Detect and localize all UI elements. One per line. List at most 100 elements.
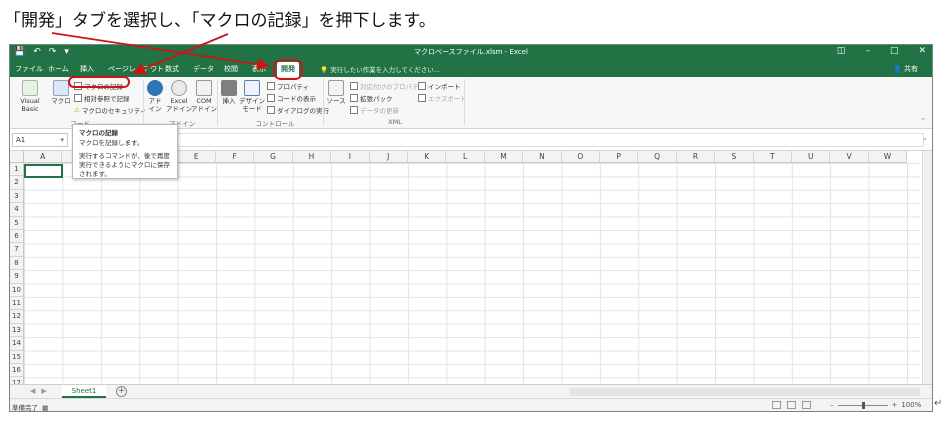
- row-header[interactable]: 15: [10, 350, 24, 364]
- column-header[interactable]: K: [408, 151, 447, 163]
- sheet-tab-sheet1[interactable]: Sheet1: [62, 385, 106, 398]
- row-header[interactable]: 6: [10, 230, 24, 244]
- refresh-data-button[interactable]: データの更新: [350, 105, 399, 115]
- group-separator: [464, 79, 465, 125]
- add-sheet-icon[interactable]: +: [116, 386, 127, 397]
- xml-source-label: ソース: [326, 97, 346, 105]
- properties-button[interactable]: プロパティ: [267, 81, 309, 91]
- column-header[interactable]: T: [753, 151, 792, 163]
- group-separator: [143, 79, 144, 125]
- cell-gridlines[interactable]: [24, 163, 920, 384]
- vertical-scrollbar[interactable]: [922, 151, 932, 384]
- row-header[interactable]: 4: [10, 203, 24, 217]
- column-header[interactable]: Q: [638, 151, 677, 163]
- tab-view[interactable]: 表示: [252, 64, 266, 74]
- zoom-slider-thumb[interactable]: [861, 401, 865, 409]
- map-properties-button[interactable]: 対応付けのプロパティ: [350, 81, 425, 91]
- row-header[interactable]: 12: [10, 310, 24, 324]
- ribbon-tab-bar: ファイル ホーム 挿入 ページレイアウト 数式 データ 校閲 表示 開発 💡 実…: [10, 61, 932, 77]
- sheet-nav-arrows[interactable]: ◀▶: [30, 387, 53, 395]
- column-header[interactable]: W: [868, 151, 908, 163]
- row-header[interactable]: 14: [10, 337, 24, 351]
- column-header[interactable]: F: [216, 151, 255, 163]
- zoom-in-icon[interactable]: +: [892, 401, 898, 409]
- column-header[interactable]: I: [331, 151, 370, 163]
- share-button[interactable]: 👤 共有: [893, 64, 918, 74]
- column-header[interactable]: E: [177, 151, 216, 163]
- chevron-down-icon[interactable]: ▾: [60, 134, 64, 146]
- addins-button[interactable]: アド イン: [146, 80, 164, 113]
- column-header[interactable]: A: [24, 151, 63, 163]
- column-header[interactable]: N: [523, 151, 562, 163]
- row-header[interactable]: 9: [10, 270, 24, 284]
- select-all-corner[interactable]: [10, 151, 24, 163]
- com-addins-button[interactable]: COM アドイン: [191, 80, 217, 113]
- relative-reference-button[interactable]: 相対参照で記録: [74, 93, 130, 103]
- com-addins-label: COM アドイン: [191, 97, 217, 113]
- tell-me-box[interactable]: 💡 実行したい作業を入力してください...: [320, 64, 440, 74]
- horizontal-scrollbar[interactable]: [570, 388, 920, 396]
- column-header[interactable]: S: [715, 151, 754, 163]
- page-layout-view-icon[interactable]: [787, 401, 796, 409]
- row-header[interactable]: 2: [10, 176, 24, 190]
- tab-review[interactable]: 校閲: [224, 64, 238, 74]
- row-header[interactable]: 16: [10, 364, 24, 378]
- column-header[interactable]: P: [600, 151, 639, 163]
- row-header[interactable]: 13: [10, 323, 24, 338]
- design-mode-button[interactable]: デザイン モード: [239, 80, 265, 113]
- expansion-pack-button[interactable]: 拡張パック: [350, 93, 393, 103]
- tab-data[interactable]: データ: [193, 64, 214, 74]
- tab-file[interactable]: ファイル: [15, 64, 43, 74]
- macro-security-button[interactable]: ⚠ マクロのセキュリティ: [74, 105, 146, 115]
- column-header[interactable]: H: [292, 151, 332, 163]
- column-header[interactable]: M: [484, 151, 524, 163]
- minimize-icon[interactable]: –: [865, 46, 870, 56]
- export-button[interactable]: エクスポート: [418, 93, 467, 103]
- column-header[interactable]: U: [792, 151, 831, 163]
- xml-source-icon: [328, 80, 344, 96]
- column-header[interactable]: V: [830, 151, 869, 163]
- row-header[interactable]: 7: [10, 243, 24, 257]
- excel-addins-button[interactable]: Excel アドイン: [166, 80, 192, 113]
- worksheet-grid[interactable]: ABCDEFGHIJKLMNOPQRSTUVW 1234567891011121…: [10, 151, 932, 384]
- formula-input[interactable]: [160, 133, 924, 147]
- tooltip-line1: マクロを記録します。: [79, 139, 144, 147]
- row-header[interactable]: 17: [10, 377, 24, 384]
- zoom-level[interactable]: 100%: [901, 401, 921, 409]
- zoom-out-icon[interactable]: –: [830, 401, 834, 409]
- column-header[interactable]: R: [676, 151, 716, 163]
- name-box[interactable]: A1 ▾: [12, 133, 68, 147]
- row-header[interactable]: 1: [10, 163, 24, 177]
- view-code-button[interactable]: コードの表示: [267, 93, 316, 103]
- tab-insert[interactable]: 挿入: [80, 64, 94, 74]
- page-break-view-icon[interactable]: [802, 401, 811, 409]
- collapse-ribbon-icon[interactable]: ⌃: [920, 117, 926, 125]
- selected-cell-a1[interactable]: [24, 164, 63, 178]
- row-header[interactable]: 8: [10, 256, 24, 271]
- row-header[interactable]: 3: [10, 189, 24, 204]
- column-header[interactable]: G: [254, 151, 293, 163]
- macro-record-status-icon[interactable]: ▦: [42, 404, 48, 411]
- row-header[interactable]: 10: [10, 283, 24, 297]
- column-header[interactable]: O: [561, 151, 600, 163]
- insert-control-button[interactable]: 挿入: [220, 80, 238, 105]
- zoom-slider[interactable]: [837, 401, 888, 409]
- addins-icon: [147, 80, 163, 96]
- import-button[interactable]: インポート: [418, 81, 461, 91]
- return-mark-icon: ↵: [934, 398, 943, 409]
- expand-formula-icon[interactable]: ⌄: [922, 134, 928, 142]
- row-header[interactable]: 11: [10, 297, 24, 311]
- row-header[interactable]: 5: [10, 216, 24, 230]
- column-header[interactable]: L: [446, 151, 485, 163]
- close-icon[interactable]: ✕: [918, 46, 926, 56]
- normal-view-icon[interactable]: [772, 401, 781, 409]
- column-header[interactable]: J: [369, 151, 408, 163]
- maximize-icon[interactable]: □: [890, 46, 899, 56]
- run-dialog-button[interactable]: ダイアログの実行: [267, 105, 329, 115]
- xml-source-button[interactable]: ソース: [326, 80, 346, 105]
- tab-page-layout[interactable]: ページレイアウト: [108, 64, 164, 74]
- visual-basic-button[interactable]: Visual Basic: [12, 80, 48, 113]
- tab-formulas[interactable]: 数式: [165, 64, 179, 74]
- tab-home[interactable]: ホーム: [48, 64, 69, 74]
- ribbon-display-icon[interactable]: ◫: [837, 46, 846, 56]
